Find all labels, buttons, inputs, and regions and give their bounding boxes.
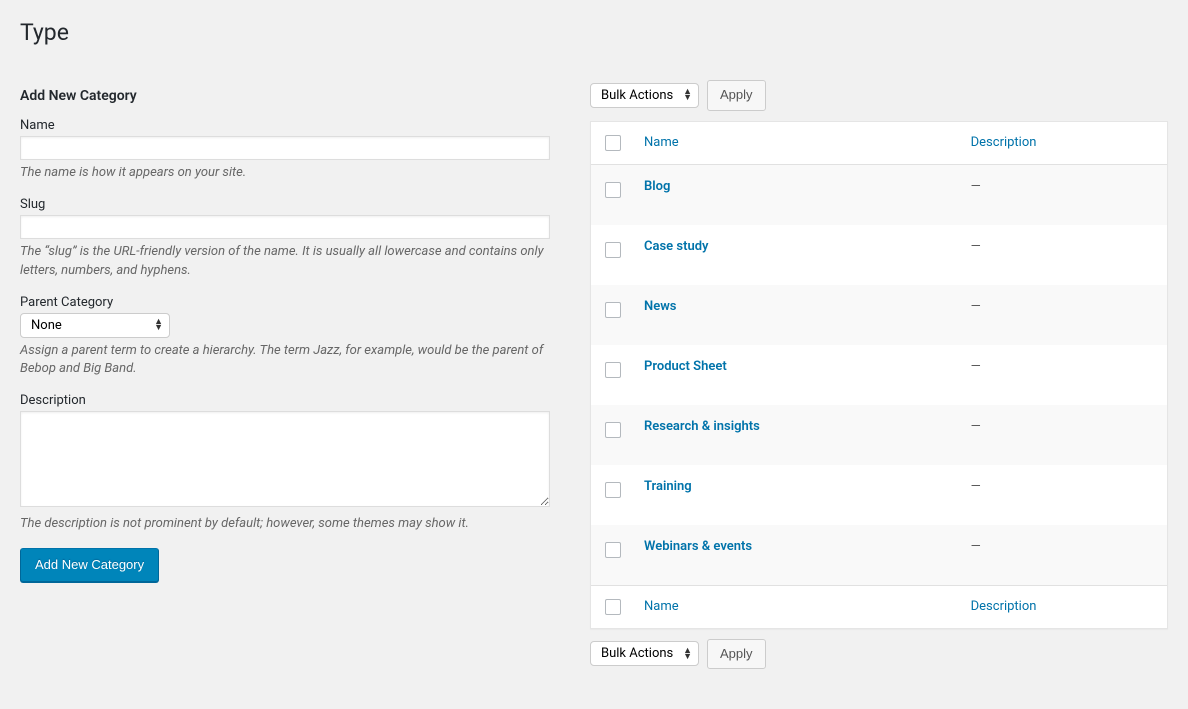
add-category-button[interactable]: Add New Category xyxy=(20,548,159,582)
row-checkbox[interactable] xyxy=(605,302,621,318)
select-all-checkbox-top[interactable] xyxy=(605,135,621,151)
table-row: Webinars & events — xyxy=(591,525,1167,585)
table-row: News — xyxy=(591,285,1167,345)
categories-table: Name Description Blog—Case study—News—Pr… xyxy=(590,121,1168,629)
row-checkbox[interactable] xyxy=(605,542,621,558)
add-category-form: Add New Category Name The name is how it… xyxy=(20,80,550,679)
bulk-actions-select-top[interactable]: Bulk Actions xyxy=(591,84,698,107)
column-footer-name[interactable]: Name xyxy=(644,599,679,614)
category-link[interactable]: Research & insights xyxy=(644,419,760,434)
parent-help: Assign a parent term to create a hierarc… xyxy=(20,342,550,380)
table-row: Research & insights — xyxy=(591,405,1167,465)
row-checkbox[interactable] xyxy=(605,182,621,198)
category-link[interactable]: Product Sheet xyxy=(644,359,727,374)
form-heading: Add New Category xyxy=(20,88,550,104)
parent-label: Parent Category xyxy=(20,295,550,310)
chevron-updown-icon: ▲▼ xyxy=(154,319,163,331)
column-footer-description[interactable]: Description xyxy=(971,599,1037,614)
column-header-description[interactable]: Description xyxy=(971,135,1037,150)
category-description: — xyxy=(961,165,1167,225)
category-description: — xyxy=(961,405,1167,465)
column-header-name[interactable]: Name xyxy=(644,135,679,150)
category-description: — xyxy=(961,285,1167,345)
name-label: Name xyxy=(20,118,550,133)
category-link[interactable]: Blog xyxy=(644,179,670,194)
parent-select[interactable]: None xyxy=(21,314,86,337)
description-help: The description is not prominent by defa… xyxy=(20,515,550,534)
bulk-apply-button-top[interactable]: Apply xyxy=(707,80,766,111)
table-row: Product Sheet — xyxy=(591,345,1167,405)
bulk-actions-select-bottom[interactable]: Bulk Actions xyxy=(591,642,698,665)
name-input[interactable] xyxy=(20,136,550,160)
tablenav-top: Bulk Actions ▲▼ Apply xyxy=(590,80,1168,111)
row-checkbox[interactable] xyxy=(605,362,621,378)
description-label: Description xyxy=(20,393,550,408)
page-title: Type xyxy=(20,10,1168,50)
category-description: — xyxy=(961,225,1167,285)
category-description: — xyxy=(961,465,1167,525)
category-link[interactable]: Training xyxy=(644,479,692,494)
slug-label: Slug xyxy=(20,197,550,212)
category-link[interactable]: News xyxy=(644,299,676,314)
table-row: Case study — xyxy=(591,225,1167,285)
slug-input[interactable] xyxy=(20,215,550,239)
row-checkbox[interactable] xyxy=(605,422,621,438)
category-description: — xyxy=(961,345,1167,405)
select-all-checkbox-bottom[interactable] xyxy=(605,599,621,615)
table-row: Training — xyxy=(591,465,1167,525)
name-help: The name is how it appears on your site. xyxy=(20,164,550,183)
category-link[interactable]: Webinars & events xyxy=(644,539,752,554)
row-checkbox[interactable] xyxy=(605,482,621,498)
description-textarea[interactable] xyxy=(20,411,550,507)
category-link[interactable]: Case study xyxy=(644,239,708,254)
table-row: Blog — xyxy=(591,165,1167,225)
row-checkbox[interactable] xyxy=(605,242,621,258)
bulk-apply-button-bottom[interactable]: Apply xyxy=(707,639,766,670)
slug-help: The “slug” is the URL-friendly version o… xyxy=(20,243,550,281)
tablenav-bottom: Bulk Actions ▲▼ Apply xyxy=(590,639,1168,670)
category-description: — xyxy=(961,525,1167,585)
